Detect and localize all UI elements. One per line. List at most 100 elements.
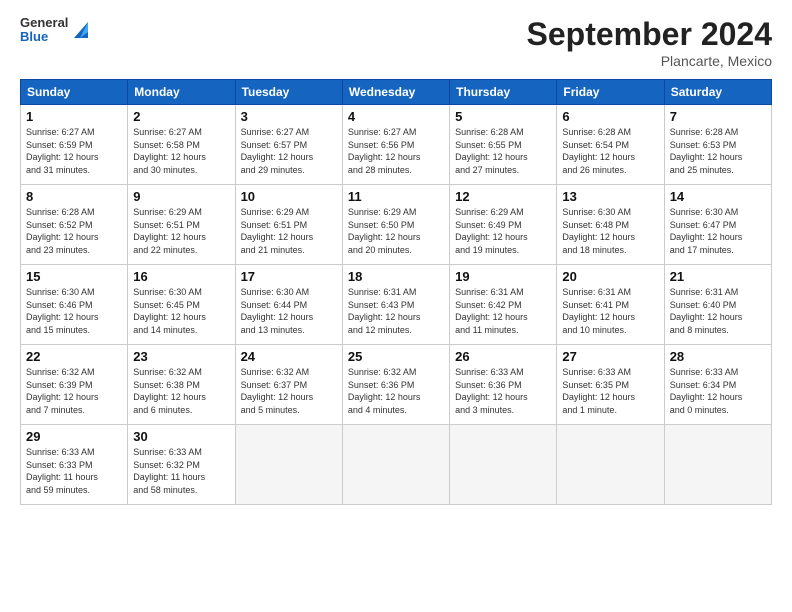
cell-line: Sunrise: 6:32 AM	[241, 367, 310, 377]
table-cell: 29Sunrise: 6:33 AMSunset: 6:33 PMDayligh…	[21, 425, 128, 505]
table-cell: 19Sunrise: 6:31 AMSunset: 6:42 PMDayligh…	[450, 265, 557, 345]
cell-line: and 22 minutes.	[133, 245, 197, 255]
table-cell: 25Sunrise: 6:32 AMSunset: 6:36 PMDayligh…	[342, 345, 449, 425]
cell-line: Daylight: 12 hours	[26, 152, 99, 162]
table-cell: 2Sunrise: 6:27 AMSunset: 6:58 PMDaylight…	[128, 105, 235, 185]
table-cell	[557, 425, 664, 505]
cell-info: Sunrise: 6:29 AMSunset: 6:49 PMDaylight:…	[455, 206, 551, 256]
logo-blue: Blue	[20, 30, 68, 44]
cell-line: Daylight: 12 hours	[241, 152, 314, 162]
day-number: 18	[348, 269, 444, 284]
day-number: 6	[562, 109, 658, 124]
calendar-week-5: 29Sunrise: 6:33 AMSunset: 6:33 PMDayligh…	[21, 425, 772, 505]
cell-line: Sunset: 6:33 PM	[26, 460, 93, 470]
cell-line: and 26 minutes.	[562, 165, 626, 175]
day-number: 13	[562, 189, 658, 204]
cell-line: and 30 minutes.	[133, 165, 197, 175]
cell-line: Daylight: 12 hours	[670, 312, 743, 322]
cell-info: Sunrise: 6:31 AMSunset: 6:41 PMDaylight:…	[562, 286, 658, 336]
location-subtitle: Plancarte, Mexico	[527, 53, 772, 69]
cell-line: Sunset: 6:54 PM	[562, 140, 629, 150]
table-cell: 24Sunrise: 6:32 AMSunset: 6:37 PMDayligh…	[235, 345, 342, 425]
table-cell: 27Sunrise: 6:33 AMSunset: 6:35 PMDayligh…	[557, 345, 664, 425]
cell-line: Sunrise: 6:33 AM	[562, 367, 631, 377]
cell-line: Sunset: 6:34 PM	[670, 380, 737, 390]
cell-info: Sunrise: 6:27 AMSunset: 6:58 PMDaylight:…	[133, 126, 229, 176]
day-number: 30	[133, 429, 229, 444]
cell-line: Sunset: 6:47 PM	[670, 220, 737, 230]
cell-line: and 20 minutes.	[348, 245, 412, 255]
day-number: 11	[348, 189, 444, 204]
cell-line: Daylight: 12 hours	[562, 232, 635, 242]
cell-info: Sunrise: 6:29 AMSunset: 6:51 PMDaylight:…	[133, 206, 229, 256]
cell-info: Sunrise: 6:32 AMSunset: 6:36 PMDaylight:…	[348, 366, 444, 416]
cell-line: and 17 minutes.	[670, 245, 734, 255]
cell-line: Daylight: 12 hours	[348, 312, 421, 322]
cell-line: Daylight: 12 hours	[26, 312, 99, 322]
cell-info: Sunrise: 6:33 AMSunset: 6:34 PMDaylight:…	[670, 366, 766, 416]
day-number: 4	[348, 109, 444, 124]
day-number: 8	[26, 189, 122, 204]
cell-line: Daylight: 12 hours	[26, 392, 99, 402]
cell-line: Sunset: 6:35 PM	[562, 380, 629, 390]
cell-line: and 5 minutes.	[241, 405, 300, 415]
cell-line: Sunrise: 6:27 AM	[133, 127, 202, 137]
cell-line: Daylight: 11 hours	[26, 472, 98, 482]
cell-info: Sunrise: 6:31 AMSunset: 6:42 PMDaylight:…	[455, 286, 551, 336]
cell-line: Sunrise: 6:29 AM	[133, 207, 202, 217]
cell-info: Sunrise: 6:32 AMSunset: 6:38 PMDaylight:…	[133, 366, 229, 416]
cell-line: Daylight: 12 hours	[455, 232, 528, 242]
table-cell: 13 Sunrise: 6:30 AMSunset: 6:48 PMDayligh…	[557, 185, 664, 265]
cell-info: Sunrise: 6:28 AMSunset: 6:53 PMDaylight:…	[670, 126, 766, 176]
day-number: 14	[670, 189, 766, 204]
cell-line: and 15 minutes.	[26, 325, 90, 335]
cell-line: Daylight: 12 hours	[562, 392, 635, 402]
cell-line: Sunrise: 6:29 AM	[455, 207, 524, 217]
day-number: 16	[133, 269, 229, 284]
cell-info: Sunrise: 6:30 AMSunset: 6:48 PMDaylight:…	[562, 206, 658, 256]
calendar-week-3: 15Sunrise: 6:30 AMSunset: 6:46 PMDayligh…	[21, 265, 772, 345]
logo-triangle-icon	[70, 20, 90, 40]
cell-line: Sunset: 6:41 PM	[562, 300, 629, 310]
cell-info: Sunrise: 6:29 AMSunset: 6:50 PMDaylight:…	[348, 206, 444, 256]
table-cell: 3Sunrise: 6:27 AMSunset: 6:57 PMDaylight…	[235, 105, 342, 185]
logo: General Blue	[20, 16, 90, 45]
cell-line: and 29 minutes.	[241, 165, 305, 175]
col-wednesday: Wednesday	[342, 80, 449, 105]
cell-info: Sunrise: 6:30 AMSunset: 6:46 PMDaylight:…	[26, 286, 122, 336]
cell-line: Daylight: 12 hours	[241, 392, 314, 402]
cell-line: Daylight: 12 hours	[133, 312, 206, 322]
cell-line: Sunrise: 6:30 AM	[562, 207, 631, 217]
day-number: 12	[455, 189, 551, 204]
cell-line: Sunset: 6:56 PM	[348, 140, 415, 150]
cell-line: Sunset: 6:44 PM	[241, 300, 308, 310]
cell-line: Sunrise: 6:29 AM	[348, 207, 417, 217]
table-cell: 22Sunrise: 6:32 AMSunset: 6:39 PMDayligh…	[21, 345, 128, 425]
cell-info: Sunrise: 6:32 AM Sunset: 6:39 PM Daylight:…	[26, 366, 122, 416]
cell-line: Daylight: 12 hours	[133, 392, 206, 402]
cell-line: Sunrise: 6:32 AM	[26, 367, 95, 377]
cell-line: Sunrise: 6:31 AM	[455, 287, 524, 297]
cell-line: Daylight: 12 hours	[348, 152, 421, 162]
cell-line: Sunset: 6:39 PM	[26, 380, 93, 390]
cell-line: Sunrise: 6:32 AM	[133, 367, 202, 377]
cell-info: Sunrise: 6:33 AMSunset: 6:36 PMDaylight:…	[455, 366, 551, 416]
calendar-week-1: 1Sunrise: 6:27 AMSunset: 6:59 PMDaylight…	[21, 105, 772, 185]
day-number: 7	[670, 109, 766, 124]
cell-line: and 31 minutes.	[26, 165, 90, 175]
cell-info: Sunrise: 6:30 AMSunset: 6:45 PMDaylight:…	[133, 286, 229, 336]
cell-line: Sunset: 6:53 PM	[670, 140, 737, 150]
day-number: 17	[241, 269, 337, 284]
cell-line: Sunrise: 6:33 AM	[26, 447, 95, 457]
cell-line: and 18 minutes.	[562, 245, 626, 255]
table-cell: 7 Sunrise: 6:28 AMSunset: 6:53 PMDaylight…	[664, 105, 771, 185]
cell-info: Sunrise: 6:30 AMSunset: 6:47 PMDaylight:…	[670, 206, 766, 256]
table-cell	[235, 425, 342, 505]
cell-line: Sunrise: 6:28 AM	[26, 207, 95, 217]
month-title: September 2024	[527, 16, 772, 53]
table-cell: 17Sunrise: 6:30 AMSunset: 6:44 PMDayligh…	[235, 265, 342, 345]
cell-line: Sunset: 6:43 PM	[348, 300, 415, 310]
cell-line: Sunrise: 6:28 AM	[455, 127, 524, 137]
cell-line: Daylight: 12 hours	[133, 152, 206, 162]
table-cell: 23Sunrise: 6:32 AMSunset: 6:38 PMDayligh…	[128, 345, 235, 425]
